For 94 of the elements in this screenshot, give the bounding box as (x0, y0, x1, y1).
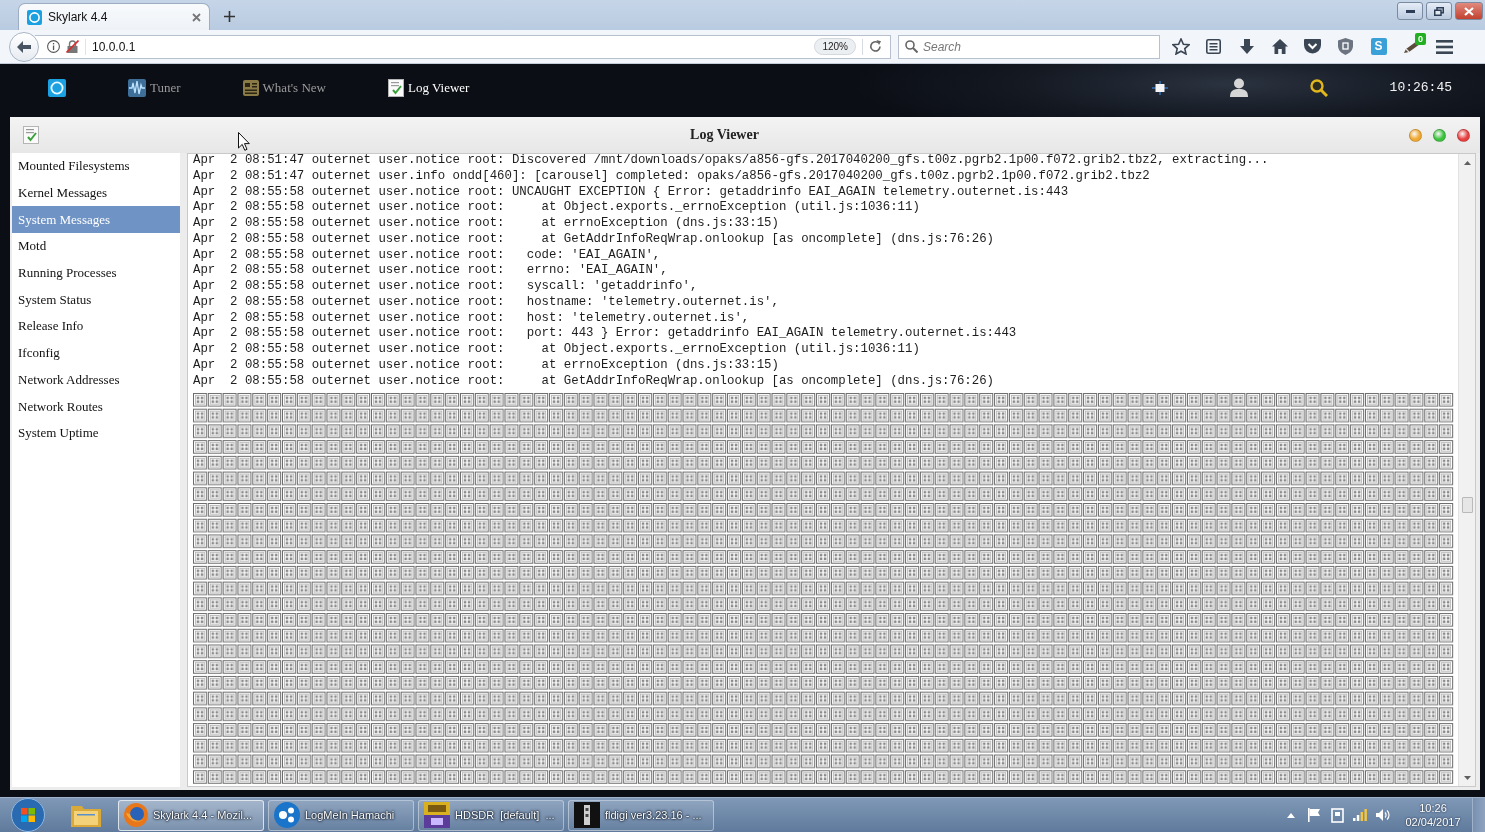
plus-icon (223, 10, 235, 22)
flag-icon (1307, 808, 1321, 822)
log-line: Apr 2 08:55:58 outernet user.notice root: at GetAddrInfoReqWrap.onlookup [as oncomplete] (dns.js:76:26) (193, 373, 996, 390)
info-icon (47, 40, 60, 53)
sidebar-item[interactable]: Network Addresses (12, 366, 180, 394)
newspaper-icon (242, 79, 259, 96)
circle-logo-icon (27, 9, 42, 25)
reload-icon (869, 40, 882, 53)
scroll-up-arrow-icon (1463, 160, 1471, 165)
start-orb-icon (11, 798, 45, 832)
document-check-icon (387, 78, 404, 97)
tray-date: 02/04/2017 (1405, 815, 1461, 829)
menu-icon (1436, 39, 1453, 54)
clock: 10:26:45 (1389, 80, 1452, 95)
log-line: Apr 2 08:55:58 outernet user.notice root: hostname: 'telemetry.outernet.is', (193, 294, 780, 311)
close-button[interactable] (1455, 2, 1483, 20)
chevron-up-icon (1287, 812, 1295, 818)
sidebar-item[interactable]: Release Info (12, 313, 180, 340)
address-input[interactable]: 10.0.0.1 (85, 38, 809, 55)
zoom-level-button[interactable]: 120% (814, 38, 856, 55)
folder-icon (71, 803, 101, 827)
back-arrow-icon (17, 40, 31, 53)
crossed-lock-icon (66, 40, 79, 53)
reload-button[interactable] (869, 40, 882, 53)
sidebar-item[interactable]: Motd (12, 233, 180, 260)
log-line: Apr 2 08:55:58 outernet user.notice root: at GetAddrInfoReqWrap.onlookup [as oncomplete] (dns.js:76:26) (193, 231, 996, 248)
nav-link[interactable]: Log Viewer (387, 78, 470, 97)
tab-close-button[interactable] (192, 12, 201, 22)
waveform-icon (128, 78, 146, 97)
star-icon (1171, 38, 1190, 55)
window-title: Log Viewer (690, 127, 759, 143)
address-bar[interactable]: 10.0.0.1 120% (35, 34, 891, 59)
tray-device-button[interactable] (1330, 805, 1344, 825)
search-button[interactable] (1309, 78, 1328, 97)
sidebar-item[interactable]: System Status (12, 286, 180, 314)
log-line: Apr 2 08:55:58 outernet user.notice root: at Object.exports._errnoException (util.js:1036:11) (193, 200, 921, 216)
log-line: Apr 2 08:55:58 outernet user.notice root: at Object.exports._errnoException (util.js:1036:11) (193, 342, 921, 358)
sidebar-item[interactable]: System Uptime (12, 419, 180, 447)
log-line: Apr 2 08:55:58 outernet user.notice root: at errnoException (dns.js:33:15) (193, 216, 780, 232)
globe-icon (124, 803, 148, 827)
search-icon (1309, 78, 1328, 97)
tray-time: 10:26 (1419, 801, 1447, 815)
back-button[interactable] (9, 31, 39, 62)
dots-circle-icon (274, 802, 300, 828)
document-check-icon (23, 126, 39, 144)
log-line: Apr 2 08:55:58 outernet user.notice root: errno: 'EAI_AGAIN', (193, 263, 669, 279)
log-line: Apr 2 08:55:58 outernet user.notice root: host: 'telemetry.outernet.is', (193, 310, 751, 327)
sidebar-item[interactable]: Running Processes (12, 259, 180, 287)
log-line: Apr 2 08:55:58 outernet user.notice root: UNCAUGHT EXCEPTION { Error: getaddrinfo EAI_AGAIN telemetry.outernet.is:443 (193, 184, 1070, 201)
minimize-icon (1405, 9, 1415, 13)
restore-button[interactable] (1426, 2, 1452, 20)
square-icon (1151, 80, 1168, 95)
user-icon (1229, 78, 1248, 97)
log-line: Apr 2 08:55:58 outernet user.notice root: port: 443 } Error: getaddrinfo EAI_AGAIN telemetry.outernet.is:443 (193, 326, 1018, 342)
list-icon (1206, 39, 1221, 54)
pocket-icon (1304, 39, 1321, 54)
log-line: Apr 2 08:55:58 outernet user.notice root: at errnoException (dns.js:33:15) (193, 357, 780, 374)
restore-icon (1434, 6, 1444, 16)
shield-icon (1338, 38, 1353, 55)
search-icon (905, 39, 918, 53)
log-line: Apr 2 08:51:47 outernet user.info ondd[460]: [carousel] completed: opaks/a856-gfs.2017040200_gfs.t00z.pgrb2.1p00.f072.grib2.tbz2 (193, 168, 1151, 185)
log-line: Apr 2 08:51:47 outernet user.notice root: Discovered /mnt/downloads/opaks/a856-gfs.2017040200_gfs.t00z.pgrb2.1p00.f072.grib2.tbz2, extracting... (193, 154, 1270, 169)
tile-icon (424, 802, 450, 828)
sidebar-item[interactable]: Mounted Filesystems (12, 153, 180, 180)
circle-logo-icon (48, 78, 66, 97)
scroll-down-arrow-icon (1463, 775, 1471, 780)
nav-link[interactable]: What's New (242, 79, 326, 96)
signal-bars-icon (1353, 809, 1367, 821)
download-icon (1239, 39, 1254, 54)
tray-flag-button[interactable] (1307, 805, 1321, 825)
scrollbar-thumb[interactable] (1461, 497, 1473, 513)
scrollbar[interactable] (1458, 154, 1475, 786)
device-icon (1330, 807, 1344, 823)
badge-count: 0 (1415, 32, 1426, 45)
home-icon (1271, 39, 1288, 54)
minimize-button[interactable] (1397, 2, 1423, 20)
sidebar-item[interactable]: Ifconfig (12, 339, 180, 367)
nav-link[interactable]: Tuner (128, 78, 181, 97)
sidebar-item[interactable]: Network Routes (12, 393, 180, 420)
browser-tab[interactable]: Skylark 4.4 (18, 3, 210, 30)
user-button[interactable] (1229, 78, 1248, 97)
maximize-button[interactable] (1433, 128, 1446, 142)
dark-tile-icon (574, 802, 600, 828)
log-line: Apr 2 08:55:58 outernet user.notice root: code: 'EAI_AGAIN', (193, 247, 662, 264)
log-line: Apr 2 08:55:58 outernet user.notice root: syscall: 'getaddrinfo', (193, 279, 699, 295)
close-icon (192, 12, 201, 22)
start-button[interactable] (8, 798, 48, 832)
speaker-icon (1376, 809, 1390, 821)
home-logo-link[interactable] (48, 78, 66, 97)
fullscreen-button[interactable] (1151, 80, 1168, 95)
search-field[interactable]: Search (898, 34, 1160, 59)
sidebar-item[interactable]: Kernel Messages (12, 179, 180, 207)
close-icon (1464, 6, 1474, 16)
mouse-cursor-icon (238, 132, 250, 151)
